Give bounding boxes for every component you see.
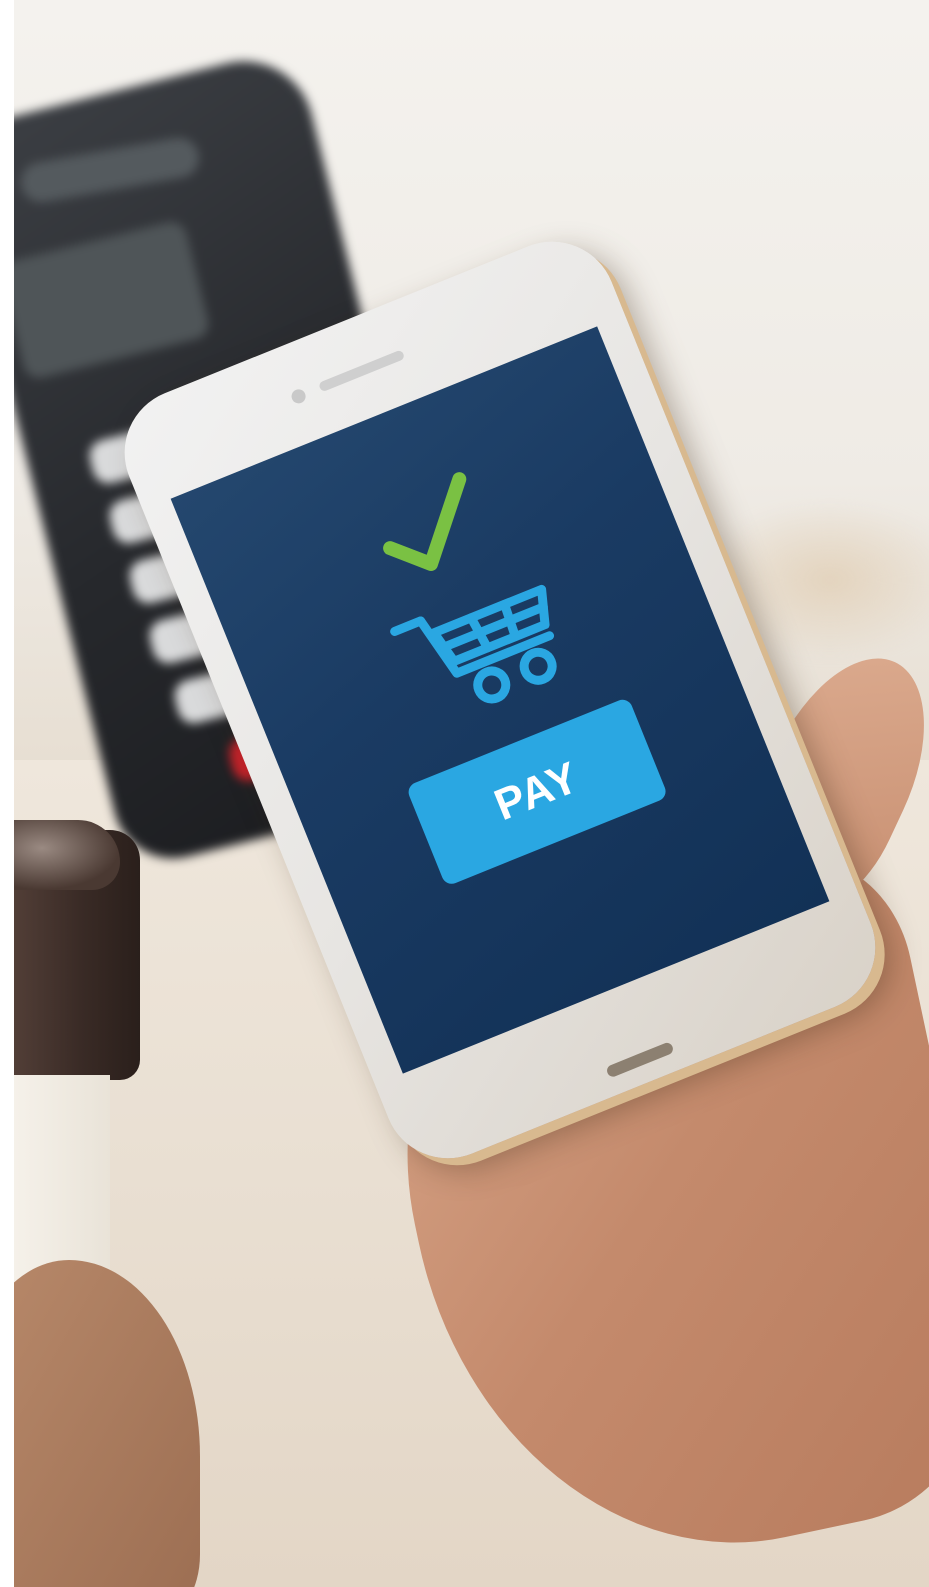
photo-scene: PAY — [0, 0, 929, 1587]
checkmark-icon — [383, 472, 467, 571]
shopping-cart-icon — [390, 584, 557, 704]
left-edge-strip — [0, 0, 14, 1587]
cup-lid-top — [0, 820, 120, 890]
coffee-cup — [0, 820, 140, 1315]
